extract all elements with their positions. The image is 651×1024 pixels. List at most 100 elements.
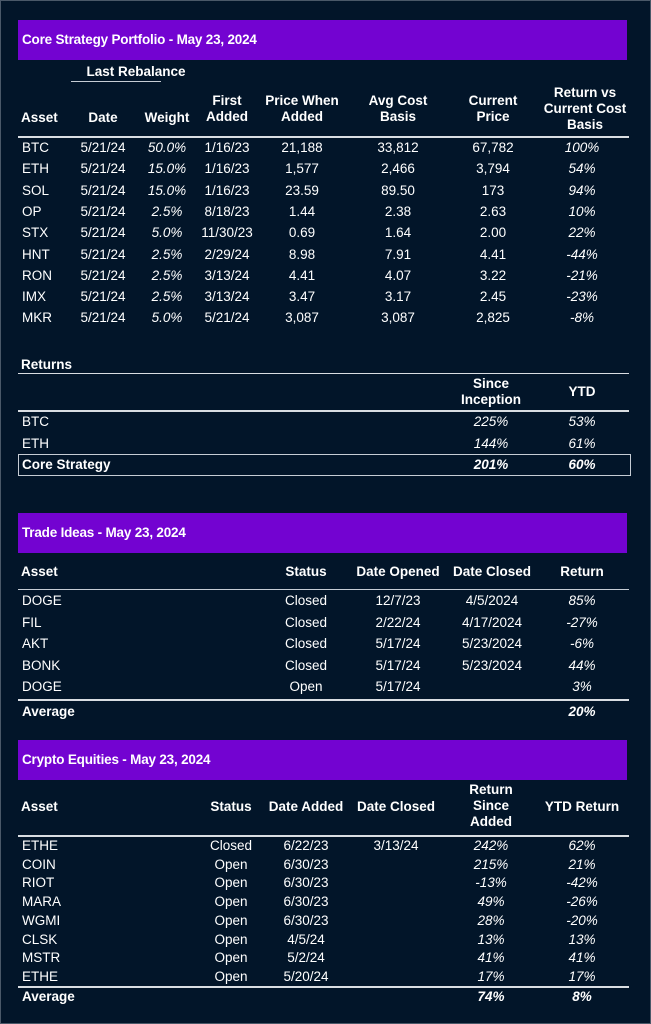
col-return-vs-cost: Return vs Current Cost Basis xyxy=(543,85,627,132)
avg-cost-basis-cell: 89.50 xyxy=(381,182,415,198)
table-row: OP 5/21/24 2.5% 8/18/23 1.44 2.38 2.63 10% xyxy=(1,201,651,222)
first-added-cell: 1/16/23 xyxy=(204,182,250,198)
status-cell: Closed xyxy=(284,614,328,630)
table-row: Core Strategy 201% 60% xyxy=(1,454,651,475)
table-row: BTC 225% 53% xyxy=(1,411,651,432)
asset-cell: OP xyxy=(22,203,42,219)
weight-cell: 2.5% xyxy=(151,289,183,305)
avg-cost-basis-cell: 33,812 xyxy=(377,140,419,155)
col-ytd-return: YTD Return xyxy=(544,799,620,814)
table-row: ETHE Open 5/20/24 17% 17% xyxy=(1,966,651,987)
return-cell: 100% xyxy=(564,140,600,155)
col-date-added: Date Added xyxy=(268,799,344,814)
first-added-cell: 11/30/23 xyxy=(201,225,253,241)
col-first-added: First Added xyxy=(206,93,248,124)
date-closed-cell: 4/17/2024 xyxy=(461,614,523,630)
col-asset: Asset xyxy=(21,799,58,814)
returns-title: Returns xyxy=(21,357,73,372)
table-row: IMX 5/21/24 2.5% 3/13/24 3.47 3.17 2.45 -23% xyxy=(1,286,651,307)
average-return-since-added: 74% xyxy=(477,989,505,1004)
asset-cell: DOGE xyxy=(22,593,62,608)
asset-cell: HNT xyxy=(22,246,50,262)
asset-cell: AKT xyxy=(22,636,49,652)
weight-cell: 15.0% xyxy=(147,161,187,177)
status-cell: Closed xyxy=(284,593,328,608)
price-when-added-cell: 3.47 xyxy=(288,289,316,305)
table-row: RON 5/21/24 2.5% 3/13/24 4.41 4.07 3.22 -21% xyxy=(1,265,651,286)
price-when-added-cell: 1.44 xyxy=(288,203,316,219)
current-price-cell: 4.41 xyxy=(479,246,507,262)
asset-cell: BTC xyxy=(22,140,49,155)
current-price-cell: 2.63 xyxy=(479,203,507,219)
weight-cell: 5.0% xyxy=(151,310,183,326)
col-asset: Asset xyxy=(21,110,58,125)
first-added-cell: 1/16/23 xyxy=(204,140,250,155)
date-opened-cell: 5/17/24 xyxy=(375,679,421,695)
asset-cell: SOL xyxy=(22,182,50,198)
table-row: HNT 5/21/24 2.5% 2/29/24 8.98 7.91 4.41 -44% xyxy=(1,244,651,265)
return-since-added-cell: 17% xyxy=(477,968,505,984)
date-closed-cell: 4/5/2024 xyxy=(465,593,519,608)
avg-cost-basis-cell: 3.17 xyxy=(384,289,412,305)
average-label: Average xyxy=(22,704,75,719)
return-cell: -44% xyxy=(566,246,598,262)
returns-title-rule xyxy=(18,373,629,374)
date-added-cell: 5/20/24 xyxy=(283,968,329,984)
weight-cell: 2.5% xyxy=(151,267,183,283)
avg-cost-basis-cell: 2.38 xyxy=(384,203,412,219)
last-rebalance-header: Last Rebalance xyxy=(86,64,186,79)
asset-cell: IMX xyxy=(22,289,47,305)
weight-cell: 50.0% xyxy=(147,140,187,155)
last-rebalance-rule xyxy=(71,81,161,82)
avg-cost-basis-cell: 2,466 xyxy=(381,161,415,177)
current-price-cell: 3,794 xyxy=(476,161,510,177)
report-page: Core Strategy Portfolio - May 23, 2024 L… xyxy=(0,0,651,1024)
ytd-cell: 53% xyxy=(568,414,596,429)
table-row: STX 5/21/24 5.0% 11/30/23 0.69 1.64 2.00 22% xyxy=(1,222,651,243)
asset-cell: RON xyxy=(22,267,52,283)
label-cell: Core Strategy xyxy=(22,457,111,472)
asset-cell: STX xyxy=(22,225,49,241)
first-added-cell: 2/29/24 xyxy=(204,246,250,262)
since-inception-cell: 144% xyxy=(473,435,509,451)
trade-ideas-average-row: Average 20% xyxy=(1,701,651,722)
col-current-price: Current Price xyxy=(468,93,518,124)
weight-cell: 2.5% xyxy=(151,203,183,219)
date-cell: 5/21/24 xyxy=(80,289,126,305)
ytd-return-cell: 17% xyxy=(568,968,596,984)
status-cell: Open xyxy=(289,679,323,695)
col-weight: Weight xyxy=(144,110,190,125)
weight-cell: 5.0% xyxy=(151,225,183,241)
date-cell: 5/21/24 xyxy=(80,140,126,155)
table-row: BTC 5/21/24 50.0% 1/16/23 21,188 33,812 67,782… xyxy=(1,137,651,158)
date-closed-cell: 5/23/2024 xyxy=(461,657,523,673)
first-added-cell: 5/21/24 xyxy=(204,310,250,326)
col-date: Date xyxy=(88,110,118,125)
current-price-cell: 3.22 xyxy=(479,267,507,283)
trade-ideas-header: Trade Ideas - May 23, 2024 xyxy=(18,513,627,553)
return-cell: 94% xyxy=(568,182,596,198)
avg-cost-basis-cell: 1.64 xyxy=(384,225,412,241)
asset-cell: FIL xyxy=(22,614,42,630)
return-cell: -8% xyxy=(569,310,594,326)
weight-cell: 2.5% xyxy=(151,246,183,262)
current-price-cell: 2.45 xyxy=(479,289,507,305)
since-inception-cell: 201% xyxy=(473,457,509,472)
first-added-cell: 3/13/24 xyxy=(204,289,250,305)
return-cell: 3% xyxy=(572,679,592,695)
first-added-cell: 8/18/23 xyxy=(204,203,250,219)
average-return: 20% xyxy=(568,704,596,719)
col-since-inception: Since Inception xyxy=(461,376,521,407)
date-cell: 5/21/24 xyxy=(80,182,126,198)
col-asset: Asset xyxy=(21,564,58,579)
avg-cost-basis-cell: 7.91 xyxy=(384,246,412,262)
col-return-since-added: Return Since Added xyxy=(469,782,513,829)
return-cell: 85% xyxy=(568,593,596,608)
col-date-closed: Date Closed xyxy=(452,564,532,579)
asset-cell: ETHE xyxy=(22,968,59,984)
return-cell: -23% xyxy=(566,289,598,305)
col-ytd: YTD xyxy=(568,384,596,399)
label-cell: ETH xyxy=(22,435,49,451)
date-opened-cell: 2/22/24 xyxy=(375,614,421,630)
asset-cell: DOGE xyxy=(22,679,62,695)
